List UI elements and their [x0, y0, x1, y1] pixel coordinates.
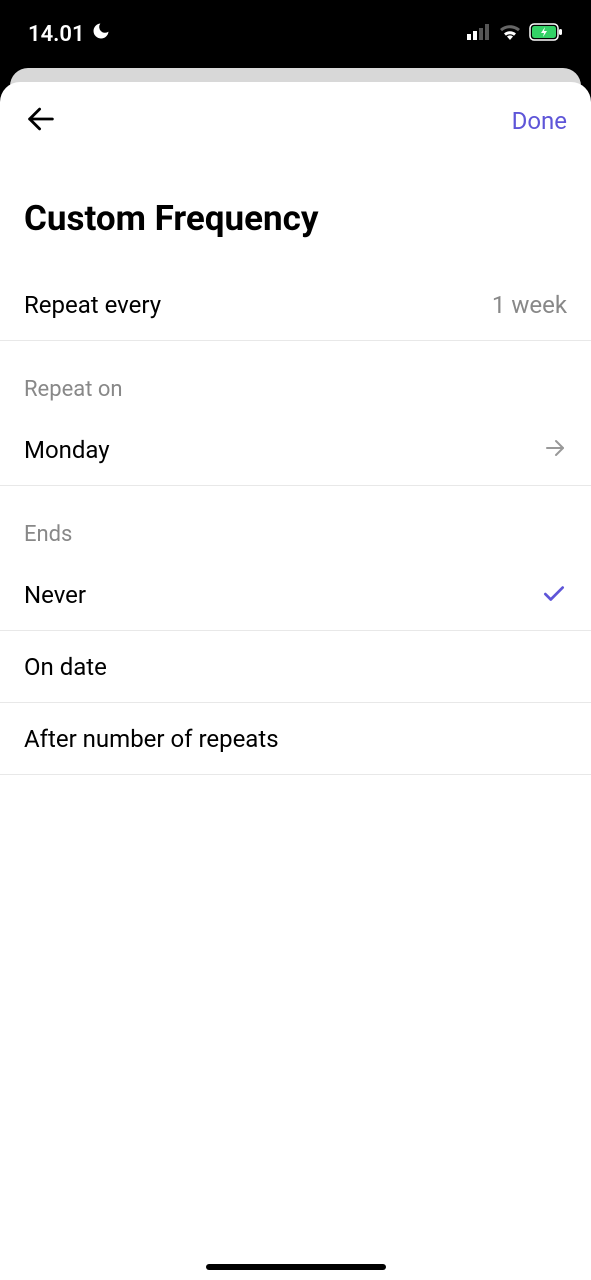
repeat-every-row[interactable]: Repeat every 1 week: [0, 269, 591, 341]
check-icon: [541, 580, 567, 610]
repeat-every-label: Repeat every: [24, 291, 161, 319]
status-icons: [467, 23, 563, 45]
repeat-on-header: Repeat on: [0, 341, 591, 414]
ends-never-label: Never: [24, 581, 86, 609]
ends-header: Ends: [0, 486, 591, 559]
home-indicator[interactable]: [206, 1264, 386, 1270]
status-time-group: 14.01: [28, 21, 111, 47]
done-button[interactable]: Done: [512, 107, 567, 135]
battery-icon: [529, 23, 563, 45]
ends-on-date-label: On date: [24, 653, 107, 681]
repeat-on-value: Monday: [24, 436, 110, 464]
nav-bar: Done: [0, 82, 591, 150]
status-time: 14.01: [28, 22, 85, 47]
page-title: Custom Frequency: [0, 150, 591, 269]
ends-option-never[interactable]: Never: [0, 559, 591, 631]
modal-sheet: Done Custom Frequency Repeat every 1 wee…: [0, 82, 591, 1280]
ends-option-on-date[interactable]: On date: [0, 631, 591, 703]
wifi-icon: [499, 24, 521, 44]
back-button[interactable]: [24, 102, 58, 140]
arrow-right-icon: [543, 436, 567, 464]
repeat-every-value: 1 week: [492, 291, 567, 319]
cellular-icon: [467, 24, 491, 44]
ends-option-after-repeats[interactable]: After number of repeats: [0, 703, 591, 775]
repeat-on-row[interactable]: Monday: [0, 414, 591, 486]
moon-icon: [91, 21, 111, 47]
status-bar: 14.01: [0, 0, 591, 68]
ends-after-repeats-label: After number of repeats: [24, 725, 279, 753]
